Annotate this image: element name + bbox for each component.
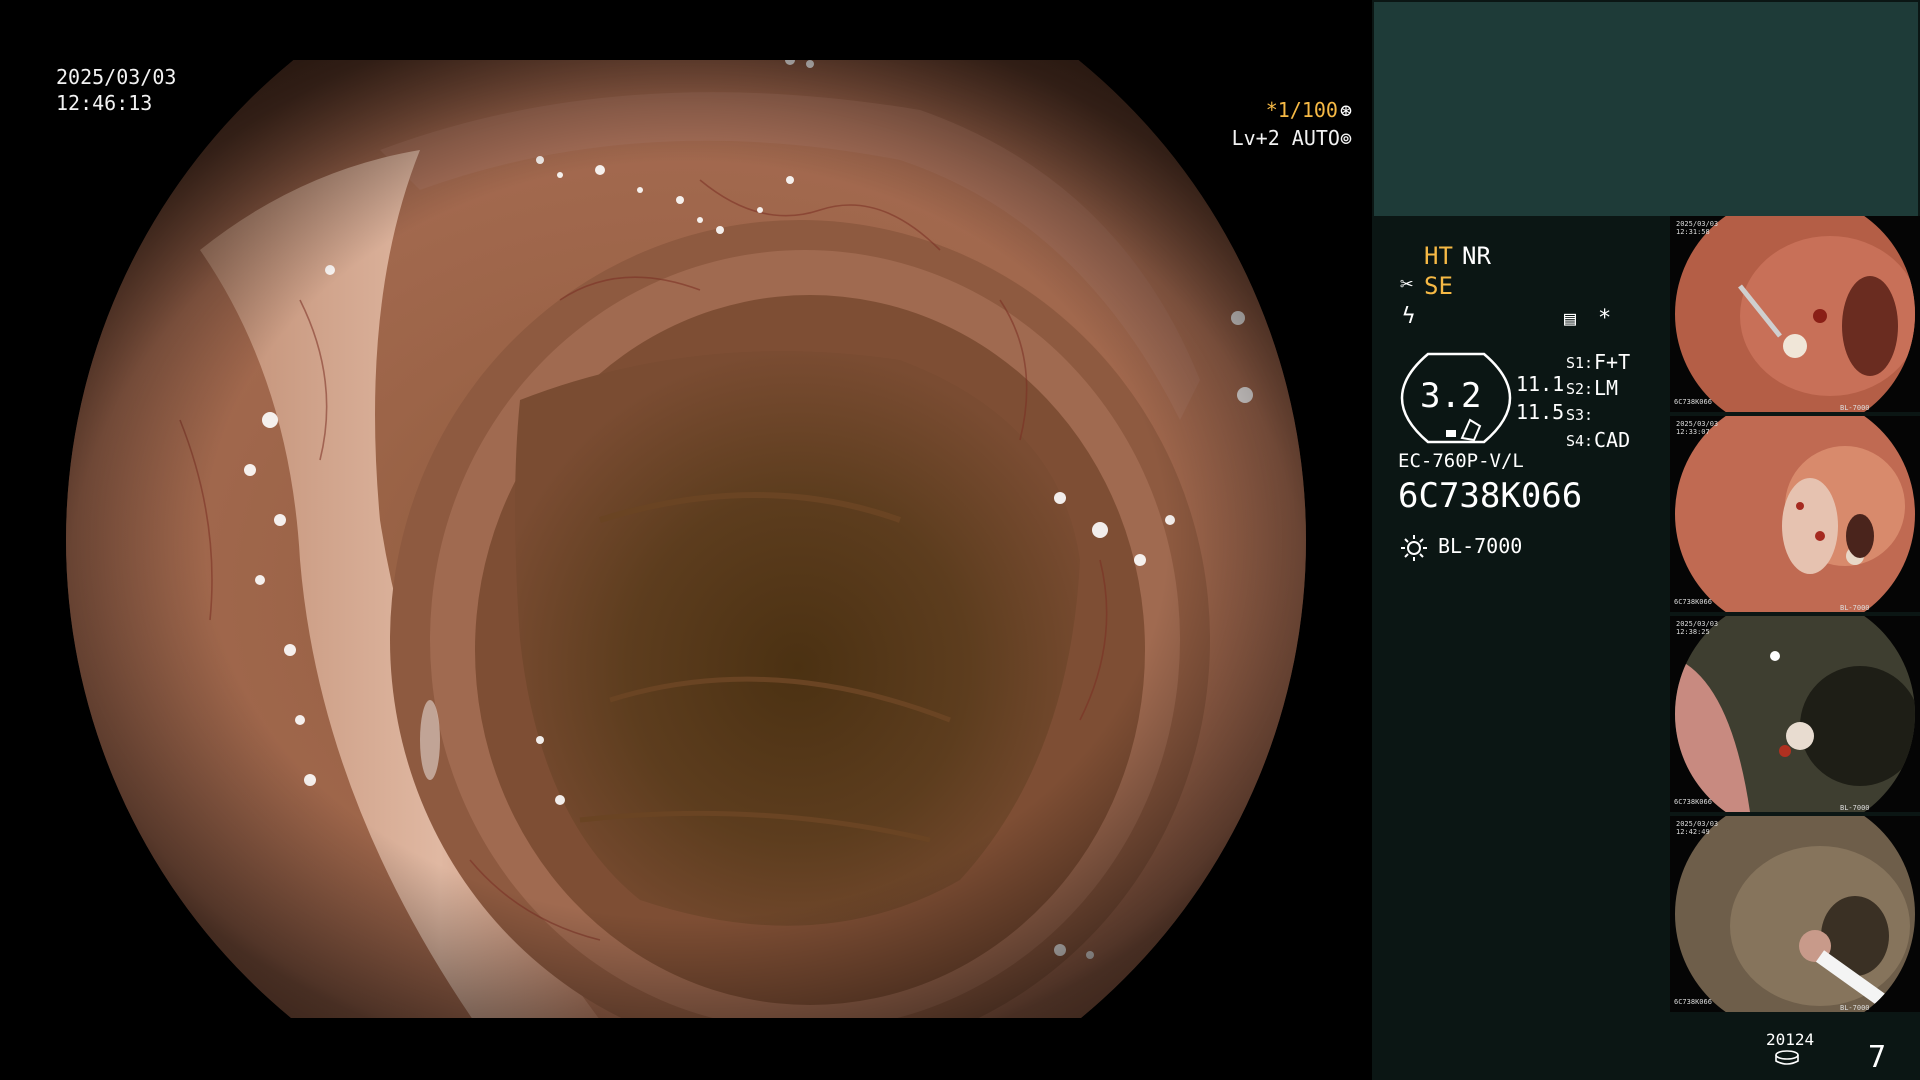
level-text: Lv+2 AUTO — [1231, 126, 1340, 150]
thumb-date: 2025/03/03 — [1676, 220, 1719, 228]
thumb-time: 12:38:25 — [1676, 628, 1710, 636]
s2-label: S2: — [1566, 380, 1594, 398]
endoscope-image — [66, 60, 1306, 1018]
thumb-date: 2025/03/03 — [1676, 620, 1719, 628]
thumb-light: BL-7000 — [1840, 604, 1870, 612]
record-counter: 20124 — [1766, 1030, 1815, 1049]
thumb-time: 12:33:07 — [1676, 428, 1710, 436]
thumb-light: BL-7000 — [1840, 404, 1870, 412]
thumb-serial: 6C738K066 — [1674, 798, 1712, 806]
se-indicator: SE — [1424, 272, 1453, 300]
thumbnail-image — [1675, 616, 1915, 812]
shutter-indicator: *1/100 ⊛ — [1266, 98, 1352, 122]
auto-iris-icon: ⊚ — [1339, 126, 1352, 150]
frame-number: 7 — [1868, 1040, 1887, 1075]
s4-value: CAD — [1594, 428, 1631, 452]
thumb-time: 12:31:58 — [1676, 228, 1710, 236]
asterisk-indicator: * — [1598, 306, 1612, 331]
thumb-date: 2025/03/03 — [1676, 420, 1719, 428]
s4-label: S4: — [1566, 432, 1594, 450]
light-source-icon — [1401, 535, 1427, 561]
ht-indicator: HT — [1424, 242, 1453, 270]
endoscope-main-view: 2025/03/03 12:46:13 *1/100 ⊛ Lv+2 AUTO⊚ — [0, 0, 1372, 1080]
thumbnail-3[interactable]: 2025/03/03 12:38:25 6C738K066 BL-7000 — [1670, 616, 1920, 812]
time-text: 12:46:13 — [56, 91, 153, 115]
thumb-serial: 6C738K066 — [1674, 998, 1712, 1006]
thumbnail-1[interactable]: 2025/03/03 12:31:58 6C738K066 BL-7000 — [1670, 216, 1920, 412]
shutter-text: *1/100 — [1265, 98, 1338, 122]
settings-panel-icon: ▤ — [1564, 306, 1577, 330]
thumb-light: BL-7000 — [1840, 804, 1870, 812]
nr-indicator: NR — [1462, 242, 1491, 270]
datetime-display: 2025/03/03 12:46:13 — [56, 64, 176, 116]
aperture-icon: ⊛ — [1339, 98, 1352, 122]
value-1: 11.1 — [1516, 372, 1565, 396]
lightning-icon: ϟ — [1402, 304, 1416, 329]
thumb-date: 2025/03/03 — [1676, 820, 1719, 828]
thumb-serial: 6C738K066 — [1674, 398, 1712, 406]
thumbnail-2[interactable]: 2025/03/03 12:33:07 6C738K066 BL-7000 — [1670, 416, 1920, 612]
thumbnail-image — [1675, 216, 1915, 412]
storage-icon — [1775, 1050, 1799, 1065]
light-source-model: BL-7000 — [1438, 534, 1523, 558]
top-info-block — [1374, 2, 1918, 216]
status-panel: HT NR ✂ SE ϟ ▤ * 3.2 11.1 11.5 S1: F+T S… — [1372, 216, 1662, 576]
value-2: 11.5 — [1516, 400, 1565, 424]
scope-serial: 6C738K066 — [1398, 476, 1583, 516]
scope-model: EC-760P-V/L — [1398, 450, 1524, 472]
thumbnail-image — [1675, 816, 1915, 1012]
date-text: 2025/03/03 — [56, 65, 177, 89]
s3-label: S3: — [1566, 406, 1594, 424]
side-panel: HT NR ✂ SE ϟ ▤ * 3.2 11.1 11.5 S1: F+T S… — [1372, 0, 1920, 1080]
s1-label: S1: — [1566, 354, 1594, 372]
thumbnail-4[interactable]: 2025/03/03 12:42:49 6C738K066 BL-7000 — [1670, 816, 1920, 1012]
thumb-light: BL-7000 — [1840, 1004, 1870, 1012]
gauge-value: 3.2 — [1420, 376, 1482, 416]
scissors-icon: ✂ — [1400, 272, 1414, 297]
s2-value: LM — [1594, 376, 1619, 400]
thumb-serial: 6C738K066 — [1674, 598, 1712, 606]
thumb-time: 12:42:49 — [1676, 828, 1710, 836]
thumbnail-image — [1675, 416, 1915, 612]
brightness-level-indicator: Lv+2 AUTO⊚ — [1232, 126, 1352, 150]
s1-value: F+T — [1594, 350, 1631, 374]
